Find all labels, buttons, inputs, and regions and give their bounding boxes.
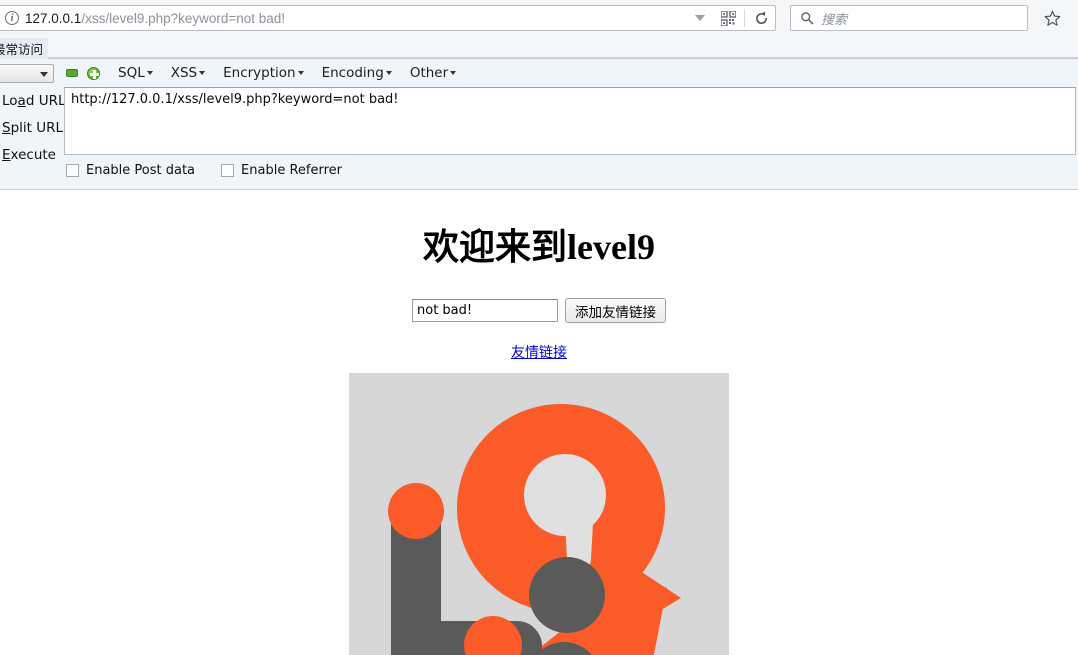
minus-button-icon[interactable] <box>66 69 78 77</box>
hackbar-options: Enable Post data Enable Referrer <box>64 163 1076 178</box>
url-host: 127.0.0.1 <box>25 10 82 26</box>
caret-down-icon <box>385 71 392 75</box>
friend-link[interactable]: 友情链接 <box>511 342 567 362</box>
load-url-prefix: Lo <box>2 93 18 109</box>
bookmark-star-button[interactable] <box>1036 4 1068 32</box>
load-url-accel: a <box>17 93 26 109</box>
hackbar-menu-encryption[interactable]: Encryption <box>223 65 304 81</box>
search-bar[interactable]: 搜索 <box>790 5 1028 31</box>
enable-referrer-option[interactable]: Enable Referrer <box>221 163 342 178</box>
hackbar-url-textarea[interactable]: http://127.0.0.1/xss/level9.php?keyword=… <box>64 87 1076 155</box>
load-url-suffix: d URL <box>25 93 66 109</box>
add-friend-link-button[interactable]: 添加友情链接 <box>565 298 666 323</box>
enable-referrer-checkbox[interactable] <box>221 164 235 177</box>
url-dropdown-button[interactable] <box>686 6 714 30</box>
star-icon <box>1044 10 1060 26</box>
url-path: /xss/level9.php?keyword=not bad! <box>81 10 286 26</box>
caret-down-icon <box>199 71 206 75</box>
hackbar-body: Load URL Split URL Execute http://127.0.… <box>0 87 1078 178</box>
chevron-down-icon <box>40 71 48 77</box>
execute-accel: E <box>2 147 11 163</box>
hackbar-url-area: http://127.0.0.1/xss/level9.php?keyword=… <box>64 87 1078 178</box>
execute-suffix: xecute <box>10 147 56 163</box>
hackbar-panel: SQL XSS Encryption Encoding Other Load U… <box>0 59 1078 190</box>
browser-navigation-bar: i 127.0.0.1/xss/level9.php?keyword=not b… <box>0 0 1078 36</box>
chevron-down-icon <box>695 15 705 21</box>
qr-code-icon <box>720 10 736 26</box>
hackbar-history-select[interactable] <box>0 63 54 83</box>
keyword-form: 添加友情链接 <box>0 298 1078 323</box>
hackbar-menu-encoding[interactable]: Encoding <box>322 65 392 81</box>
caret-down-icon <box>297 71 304 75</box>
enable-post-data-label: Enable Post data <box>86 163 196 178</box>
split-url-suffix: plit URL <box>10 120 64 136</box>
hackbar-menu-encoding-label: Encoding <box>321 65 384 81</box>
hackbar-menu-other-label: Other <box>409 65 449 81</box>
caret-down-icon <box>146 71 153 75</box>
reload-button[interactable] <box>747 6 775 30</box>
search-icon <box>801 12 814 25</box>
hackbar-action-list: Load URL Split URL Execute <box>0 87 66 178</box>
hackbar-menu-encryption-label: Encryption <box>223 65 296 81</box>
hackbar-toolbar: SQL XSS Encryption Encoding Other <box>0 59 1078 87</box>
reload-icon <box>755 11 767 24</box>
hackbar-menu-other[interactable]: Other <box>409 65 457 81</box>
hackbar-menu-xss[interactable]: XSS <box>170 65 206 81</box>
enable-post-data-checkbox[interactable] <box>66 164 79 177</box>
logo-image <box>349 373 729 655</box>
page-title: 欢迎来到level9 <box>423 227 655 267</box>
split-url-accel: S <box>2 120 11 136</box>
hackbar-menu-sql[interactable]: SQL <box>118 65 153 81</box>
split-url-button[interactable]: Split URL <box>0 120 64 136</box>
logo-graphic <box>349 373 729 655</box>
execute-button[interactable]: Execute <box>0 147 64 163</box>
enable-post-data-option[interactable]: Enable Post data <box>66 163 195 178</box>
enable-referrer-label: Enable Referrer <box>241 163 342 178</box>
caret-down-icon <box>450 71 457 75</box>
qr-code-button[interactable] <box>714 6 742 30</box>
hackbar-menu-sql-label: SQL <box>118 65 145 81</box>
info-circle-icon[interactable]: i <box>5 11 19 25</box>
url-text: 127.0.0.1/xss/level9.php?keyword=not bad… <box>25 11 686 26</box>
hackbar-menu-xss-label: XSS <box>170 65 198 81</box>
url-bar[interactable]: i 127.0.0.1/xss/level9.php?keyword=not b… <box>0 5 776 31</box>
url-bar-divider <box>744 9 745 27</box>
browser-chrome: i 127.0.0.1/xss/level9.php?keyword=not b… <box>0 0 1078 59</box>
keyword-input[interactable] <box>412 299 558 322</box>
search-input[interactable]: 搜索 <box>821 9 847 28</box>
page-content: 欢迎来到level9 添加友情链接 友情链接 <box>0 190 1078 655</box>
plus-button-icon[interactable] <box>87 66 100 80</box>
bookmark-item-most-visited[interactable]: 最常访问 <box>0 38 49 59</box>
load-url-button[interactable]: Load URL <box>0 93 66 109</box>
bookmarks-bar: 最常访问 <box>0 36 1078 59</box>
